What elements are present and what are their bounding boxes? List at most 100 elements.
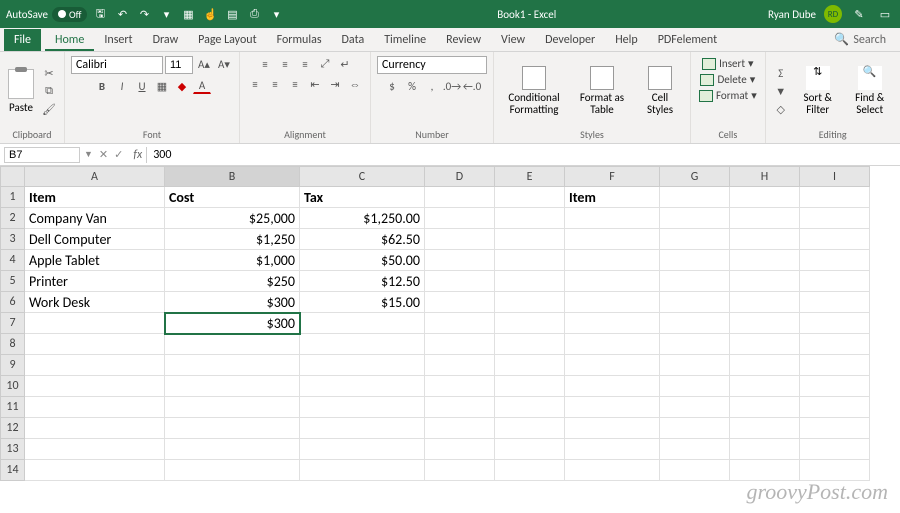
cell-G11[interactable] [660,397,730,418]
tab-data[interactable]: Data [332,29,375,51]
cell-I10[interactable] [800,376,870,397]
cell-D10[interactable] [425,376,495,397]
cell-D7[interactable] [425,313,495,334]
font-size-input[interactable] [165,56,193,74]
cell-I7[interactable] [800,313,870,334]
cell-B13[interactable] [165,439,300,460]
cell-G6[interactable] [660,292,730,313]
italic-button[interactable]: I [113,78,131,94]
cell-A14[interactable] [25,460,165,481]
cell-C1[interactable]: Tax [300,187,425,208]
col-header-A[interactable]: A [25,167,165,187]
cell-E8[interactable] [495,334,565,355]
row-header-3[interactable]: 3 [1,229,25,250]
copy-icon[interactable]: ⧉ [40,83,58,99]
cell-D3[interactable] [425,229,495,250]
cell-F7[interactable] [565,313,660,334]
cell-B7[interactable]: $300 [165,313,300,334]
ribbon-options-icon[interactable]: ▭ [876,5,894,23]
cell-D13[interactable] [425,439,495,460]
row-header-13[interactable]: 13 [1,439,25,460]
cell-B12[interactable] [165,418,300,439]
cell-E1[interactable] [495,187,565,208]
cell-C13[interactable] [300,439,425,460]
cell-E3[interactable] [495,229,565,250]
cell-E6[interactable] [495,292,565,313]
fill-icon[interactable]: ▼ [772,83,790,99]
cell-F1[interactable]: Item [565,187,660,208]
cell-E14[interactable] [495,460,565,481]
col-header-H[interactable]: H [730,167,800,187]
merge-icon[interactable]: ⇔ [346,76,364,92]
col-header-F[interactable]: F [565,167,660,187]
cell-C2[interactable]: $1,250.00 [300,208,425,229]
autosave-toggle[interactable]: Off [52,7,87,22]
spreadsheet-grid[interactable]: ABCDEFGHI1ItemCostTaxItem2Company Van$25… [0,166,900,481]
cell-H10[interactable] [730,376,800,397]
row-header-12[interactable]: 12 [1,418,25,439]
cell-B10[interactable] [165,376,300,397]
tab-help[interactable]: Help [605,29,648,51]
insert-button[interactable]: Insert▾ [700,56,755,71]
cell-F11[interactable] [565,397,660,418]
tab-view[interactable]: View [491,29,535,51]
cell-G5[interactable] [660,271,730,292]
shrink-font-icon[interactable]: A▾ [215,56,233,72]
cell-B1[interactable]: Cost [165,187,300,208]
cell-H9[interactable] [730,355,800,376]
cell-E12[interactable] [495,418,565,439]
cell-A9[interactable] [25,355,165,376]
cell-C9[interactable] [300,355,425,376]
cell-C7[interactable] [300,313,425,334]
draw-icon[interactable]: ✎ [850,5,868,23]
tab-pdfelement[interactable]: PDFelement [648,29,727,51]
cell-C6[interactable]: $15.00 [300,292,425,313]
row-header-14[interactable]: 14 [1,460,25,481]
align-left-icon[interactable]: ≡ [246,76,264,92]
tab-file[interactable]: File [4,29,41,51]
cell-A5[interactable]: Printer [25,271,165,292]
cell-I3[interactable] [800,229,870,250]
cell-H4[interactable] [730,250,800,271]
tab-home[interactable]: Home [45,29,94,51]
cell-I9[interactable] [800,355,870,376]
cell-I8[interactable] [800,334,870,355]
orientation-icon[interactable]: ⤢ [316,56,334,72]
cell-G3[interactable] [660,229,730,250]
cell-G13[interactable] [660,439,730,460]
name-box[interactable] [4,147,80,163]
cell-H13[interactable] [730,439,800,460]
cell-G8[interactable] [660,334,730,355]
cell-D12[interactable] [425,418,495,439]
indent-right-icon[interactable]: ⇥ [326,76,344,92]
cell-styles-button[interactable]: Cell Styles [636,64,684,118]
align-middle-icon[interactable]: ≡ [276,56,294,72]
col-header-C[interactable]: C [300,167,425,187]
font-name-input[interactable] [71,56,163,74]
cell-F14[interactable] [565,460,660,481]
save-icon[interactable]: 🖫 [91,5,109,23]
cell-H6[interactable] [730,292,800,313]
align-top-icon[interactable]: ≡ [256,56,274,72]
grow-font-icon[interactable]: A▴ [195,56,213,72]
cell-F8[interactable] [565,334,660,355]
cell-C11[interactable] [300,397,425,418]
cell-E7[interactable] [495,313,565,334]
cut-icon[interactable]: ✂ [40,65,58,81]
col-header-G[interactable]: G [660,167,730,187]
cell-E9[interactable] [495,355,565,376]
wrap-text-icon[interactable]: ↵ [336,56,354,72]
cell-D1[interactable] [425,187,495,208]
cell-A3[interactable]: Dell Computer [25,229,165,250]
tab-insert[interactable]: Insert [94,29,142,51]
cell-G2[interactable] [660,208,730,229]
col-header-D[interactable]: D [425,167,495,187]
cell-F4[interactable] [565,250,660,271]
conditional-formatting-button[interactable]: Conditional Formatting [500,64,568,118]
cell-D8[interactable] [425,334,495,355]
col-header-B[interactable]: B [165,167,300,187]
cell-A7[interactable] [25,313,165,334]
cell-B3[interactable]: $1,250 [165,229,300,250]
find-select-button[interactable]: 🔍Find & Select [846,64,894,118]
format-painter-icon[interactable]: 🖌 [40,101,58,117]
